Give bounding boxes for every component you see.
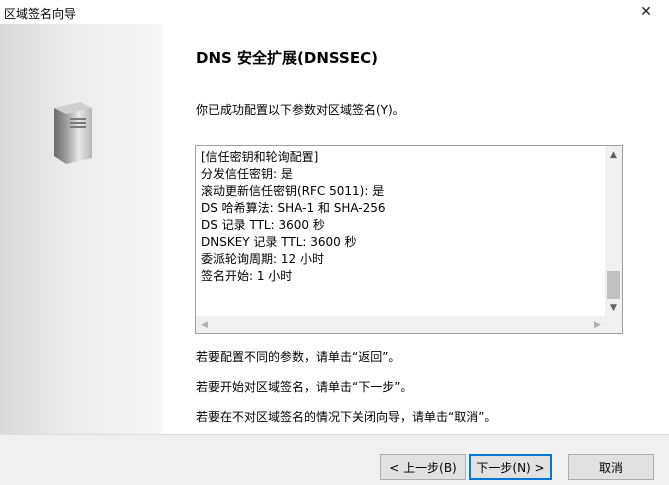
summary-line: 分发信任密钥: 是 [201,167,293,181]
back-button[interactable]: < 上一步(B) [380,454,466,480]
server-icon [54,102,92,164]
next-note: 若要开始对区域签名，请单击“下一步”。 [196,380,413,394]
summary-line: 签名开始: 1 小时 [201,269,293,283]
vertical-scrollbar[interactable]: ▲ ▼ [605,146,622,316]
window-title: 区域签名向导 [4,7,77,21]
summary-line: 滚动更新信任密钥(RFC 5011): 是 [201,184,385,198]
horizontal-scrollbar[interactable]: ◀ ▶ [196,316,606,333]
chevron-left-icon[interactable]: ◀ [196,316,213,333]
summary-line: 委派轮询周期: 12 小时 [201,252,324,266]
close-icon[interactable]: ✕ [623,0,669,24]
chevron-right-icon[interactable]: ▶ [589,316,606,333]
back-note: 若要配置不同的参数，请单击“返回”。 [196,350,401,364]
cancel-button[interactable]: 取消 [568,454,654,480]
title-bar: 区域签名向导 ✕ [0,0,669,24]
scroll-corner [605,316,622,333]
cancel-note: 若要在不对区域签名的情况下关闭向导，请单击“取消”。 [196,410,497,424]
intro-text: 你已成功配置以下参数对区域签名(Y)。 [196,103,405,117]
summary-line: DS 哈希算法: SHA-1 和 SHA-256 [201,201,386,215]
next-button[interactable]: 下一步(N) > [469,454,552,480]
chevron-down-icon[interactable]: ▼ [605,299,622,316]
scroll-thumb[interactable] [607,271,620,299]
wizard-side-panel [0,24,162,434]
summary-line: [信任密钥和轮询配置] [201,150,319,164]
summary-line: DNSKEY 记录 TTL: 3600 秒 [201,235,357,249]
summary-lines: [信任密钥和轮询配置] 分发信任密钥: 是 滚动更新信任密钥(RFC 5011)… [201,149,604,285]
summary-line: DS 记录 TTL: 3600 秒 [201,218,325,232]
page-title: DNS 安全扩展(DNSSEC) [196,49,378,67]
summary-listbox[interactable]: [信任密钥和轮询配置] 分发信任密钥: 是 滚动更新信任密钥(RFC 5011)… [195,145,623,334]
chevron-up-icon[interactable]: ▲ [605,146,622,163]
